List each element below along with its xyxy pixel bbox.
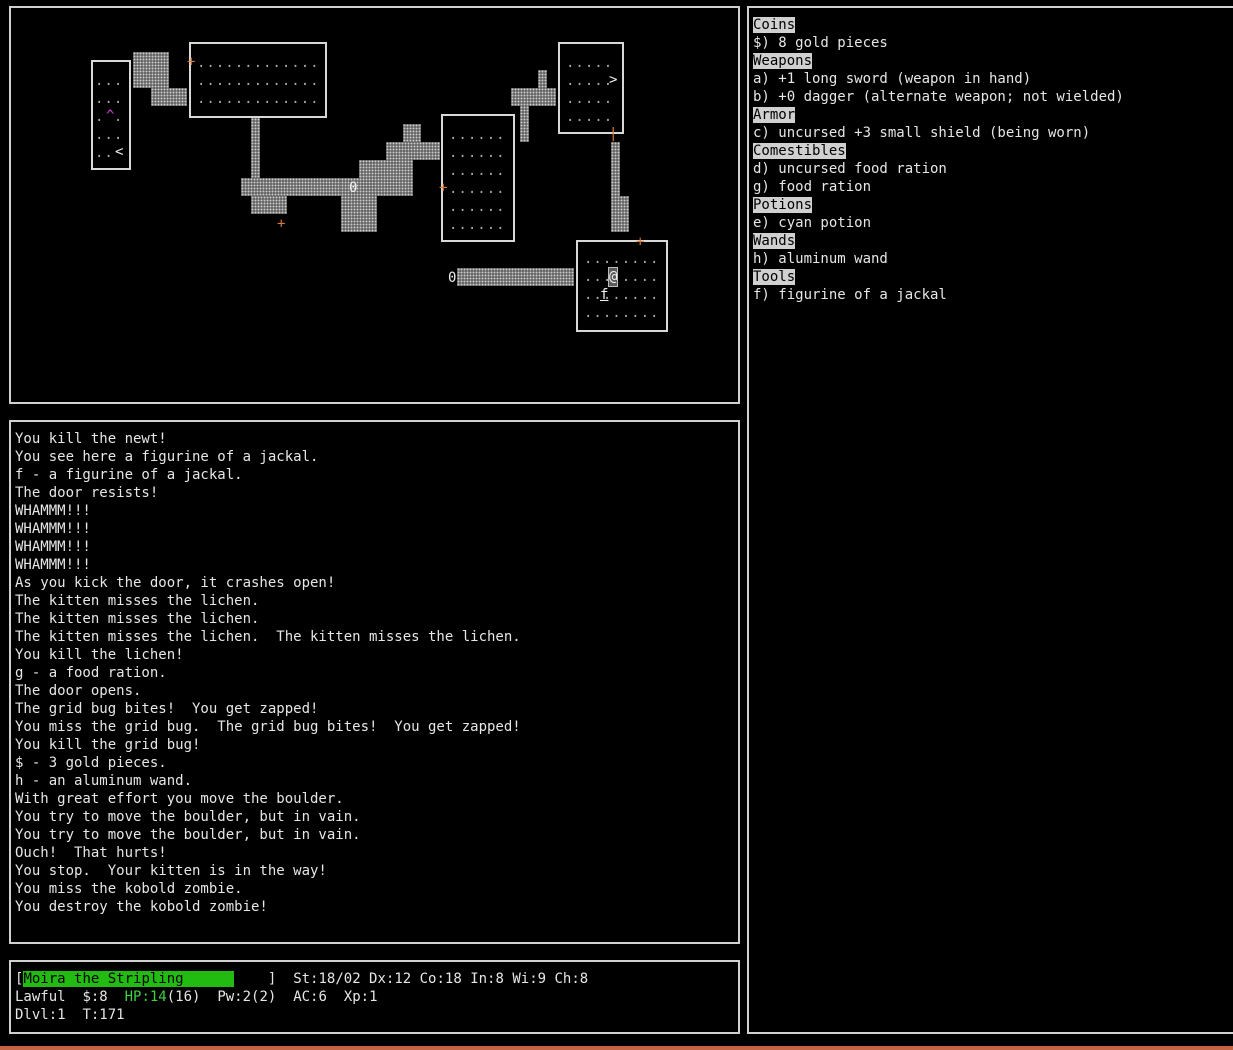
corridor-segment	[611, 142, 620, 202]
inventory-item[interactable]: h) aluminum wand	[753, 250, 1124, 268]
door-center-room: +	[439, 180, 448, 196]
inventory-category-header: Wands	[753, 233, 796, 249]
message-line: g - a food ration.	[15, 665, 167, 681]
inventory-item[interactable]: f) figurine of a jackal	[753, 286, 1124, 304]
status-line-3: Dlvl:1 T:171	[15, 1006, 588, 1024]
corridor-segment	[251, 196, 287, 214]
corridor-segment	[611, 196, 629, 232]
inventory-item[interactable]: b) +0 dagger (alternate weapon; not wiel…	[753, 88, 1124, 106]
status-line-2: Lawful $:8 HP:14(16) Pw:2(2) AC:6 Xp:1	[15, 988, 588, 1006]
message-line: You kill the lichen!	[15, 647, 184, 663]
downstairs-glyph[interactable]: >	[609, 71, 617, 89]
corridor-segment	[251, 118, 260, 178]
message-line: WHAMMM!!!	[15, 503, 91, 519]
power: Pw:2(2)	[217, 989, 277, 1005]
inventory-item[interactable]: a) +1 long sword (weapon in hand)	[753, 70, 1124, 88]
inventory-item[interactable]: $) 8 gold pieces	[753, 34, 1124, 52]
message-line: You kill the grid bug!	[15, 737, 201, 753]
player-glyph[interactable]: @	[607, 267, 619, 287]
door-southwest: +	[277, 216, 286, 232]
message-log: You kill the newt! You see here a figurin…	[15, 430, 521, 916]
status-line-1: [Moira the Stripling ] St:18/02 Dx:12 Co…	[15, 970, 588, 988]
dungeon-map[interactable]: ... ... . . ... .. ^ < ............. ...…	[11, 8, 738, 402]
message-line: You stop. Your kitten is in the way!	[15, 863, 327, 879]
room-southeast-floor: ........ ........ ........ ........	[584, 251, 660, 321]
message-line: The door resists!	[15, 485, 159, 501]
name-close-bracket: ]	[267, 971, 277, 987]
message-line: You miss the grid bug. The grid bug bite…	[15, 719, 521, 735]
corridor-segment	[520, 106, 529, 142]
message-line: With great effort you move the boulder.	[15, 791, 344, 807]
message-line: The door opens.	[15, 683, 142, 699]
hit-points: HP:14	[124, 989, 167, 1005]
room-center-floor: ...... ...... ...... ...... ...... .....…	[449, 127, 506, 233]
inventory-category-header: Comestibles	[753, 143, 846, 159]
map-panel: ... ... . . ... .. ^ < ............. ...…	[9, 6, 740, 404]
message-line: WHAMMM!!!	[15, 521, 91, 537]
door-northeast-broken: |	[609, 126, 618, 142]
armor-class: AC:6	[293, 989, 327, 1005]
message-line: WHAMMM!!!	[15, 539, 91, 555]
door-southeast-room: +	[636, 234, 645, 250]
corridor-segment	[133, 52, 169, 88]
corridor-segment	[359, 160, 413, 196]
inventory-item[interactable]: c) uncursed +3 small shield (being worn)	[753, 124, 1124, 142]
message-line: Ouch! That hurts!	[15, 845, 167, 861]
message-line: The kitten misses the lichen.	[15, 611, 260, 627]
message-line: As you kick the door, it crashes open!	[15, 575, 336, 591]
message-line: f - a figurine of a jackal.	[15, 467, 243, 483]
corridor-segment	[457, 268, 574, 286]
corridor-segment	[403, 124, 421, 142]
attributes: St:18/02 Dx:12 Co:18 In:8 Wi:9 Ch:8	[293, 971, 589, 987]
message-line: h - an aluminum wand.	[15, 773, 193, 789]
message-line: You destroy the kobold zombie!	[15, 899, 268, 915]
door-north-room: +	[187, 54, 196, 70]
character-name: Moira the Stripling	[23, 971, 235, 987]
message-line: You see here a figurine of a jackal.	[15, 449, 319, 465]
boulder-glyph[interactable]: 0	[349, 179, 357, 197]
inventory-list: Coins $) 8 gold pieces Weapons a) +1 long s…	[753, 16, 1124, 304]
inventory-item[interactable]: g) food ration	[753, 178, 1124, 196]
turn-counter: T:171	[82, 1007, 125, 1023]
room-north-floor: ............. ............. ............…	[197, 55, 320, 107]
message-line: The kitten misses the lichen.	[15, 593, 260, 609]
message-log-panel: You kill the newt! You see here a figurin…	[9, 420, 740, 944]
hit-points-max: (16)	[166, 989, 201, 1005]
experience: Xp:1	[343, 989, 378, 1005]
inventory-item[interactable]: d) uncursed food ration	[753, 160, 1124, 178]
corridor-segment	[151, 88, 187, 106]
upstairs-glyph[interactable]: <	[115, 143, 123, 161]
corridor-segment	[538, 70, 547, 88]
inventory-category-header: Coins	[753, 17, 796, 33]
message-line: You miss the kobold zombie.	[15, 881, 243, 897]
status-panel: [Moira the Stripling ] St:18/02 Dx:12 Co…	[9, 960, 740, 1034]
status-lines: [Moira the Stripling ] St:18/02 Dx:12 Co…	[15, 970, 588, 1024]
inventory-category-header: Weapons	[753, 53, 813, 69]
inventory-panel: Coins $) 8 gold pieces Weapons a) +1 long s…	[747, 6, 1233, 1034]
message-line: The kitten misses the lichen. The kitten…	[15, 629, 521, 645]
alignment: Lawful	[15, 989, 66, 1005]
corridor-segment	[386, 142, 440, 160]
window-bottom-edge	[0, 1046, 1233, 1050]
trap-glyph: ^	[106, 108, 115, 124]
corridor-segment	[241, 178, 349, 196]
inventory-item[interactable]: e) cyan potion	[753, 214, 1124, 232]
message-line: WHAMMM!!!	[15, 557, 91, 573]
dungeon-level: Dlvl:1	[15, 1007, 66, 1023]
message-line: $ - 3 gold pieces.	[15, 755, 167, 771]
inventory-category-header: Potions	[753, 197, 813, 213]
inventory-category-header: Armor	[753, 107, 796, 123]
boulder-glyph[interactable]: 0	[448, 269, 456, 287]
message-line: You try to move the boulder, but in vain…	[15, 809, 361, 825]
message-line: You try to move the boulder, but in vain…	[15, 827, 361, 843]
gold: $:8	[82, 989, 108, 1005]
inventory-category-header: Tools	[753, 269, 796, 285]
message-line: The grid bug bites! You get zapped!	[15, 701, 319, 717]
message-line: You kill the newt!	[15, 431, 167, 447]
kitten-glyph[interactable]: f	[600, 286, 608, 304]
room-northeast-floor: ..... ..... ..... .....	[566, 55, 614, 125]
corridor-segment	[511, 88, 556, 106]
